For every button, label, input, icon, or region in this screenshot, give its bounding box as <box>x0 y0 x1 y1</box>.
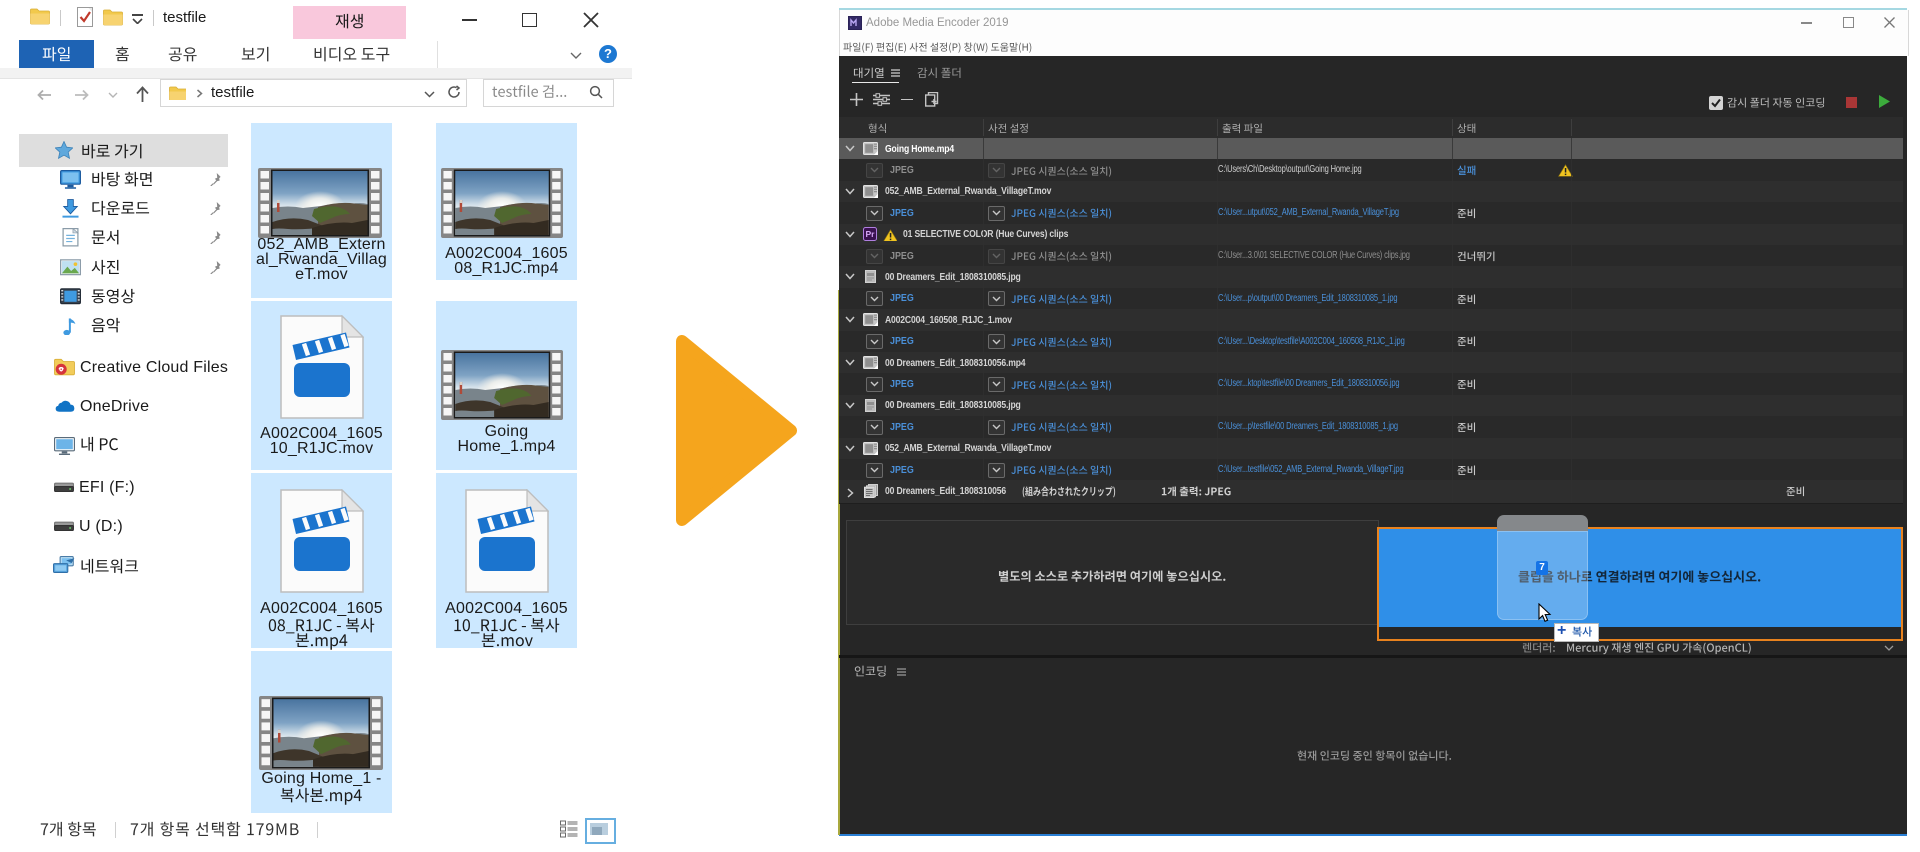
svg-text:Pr: Pr <box>866 229 876 239</box>
